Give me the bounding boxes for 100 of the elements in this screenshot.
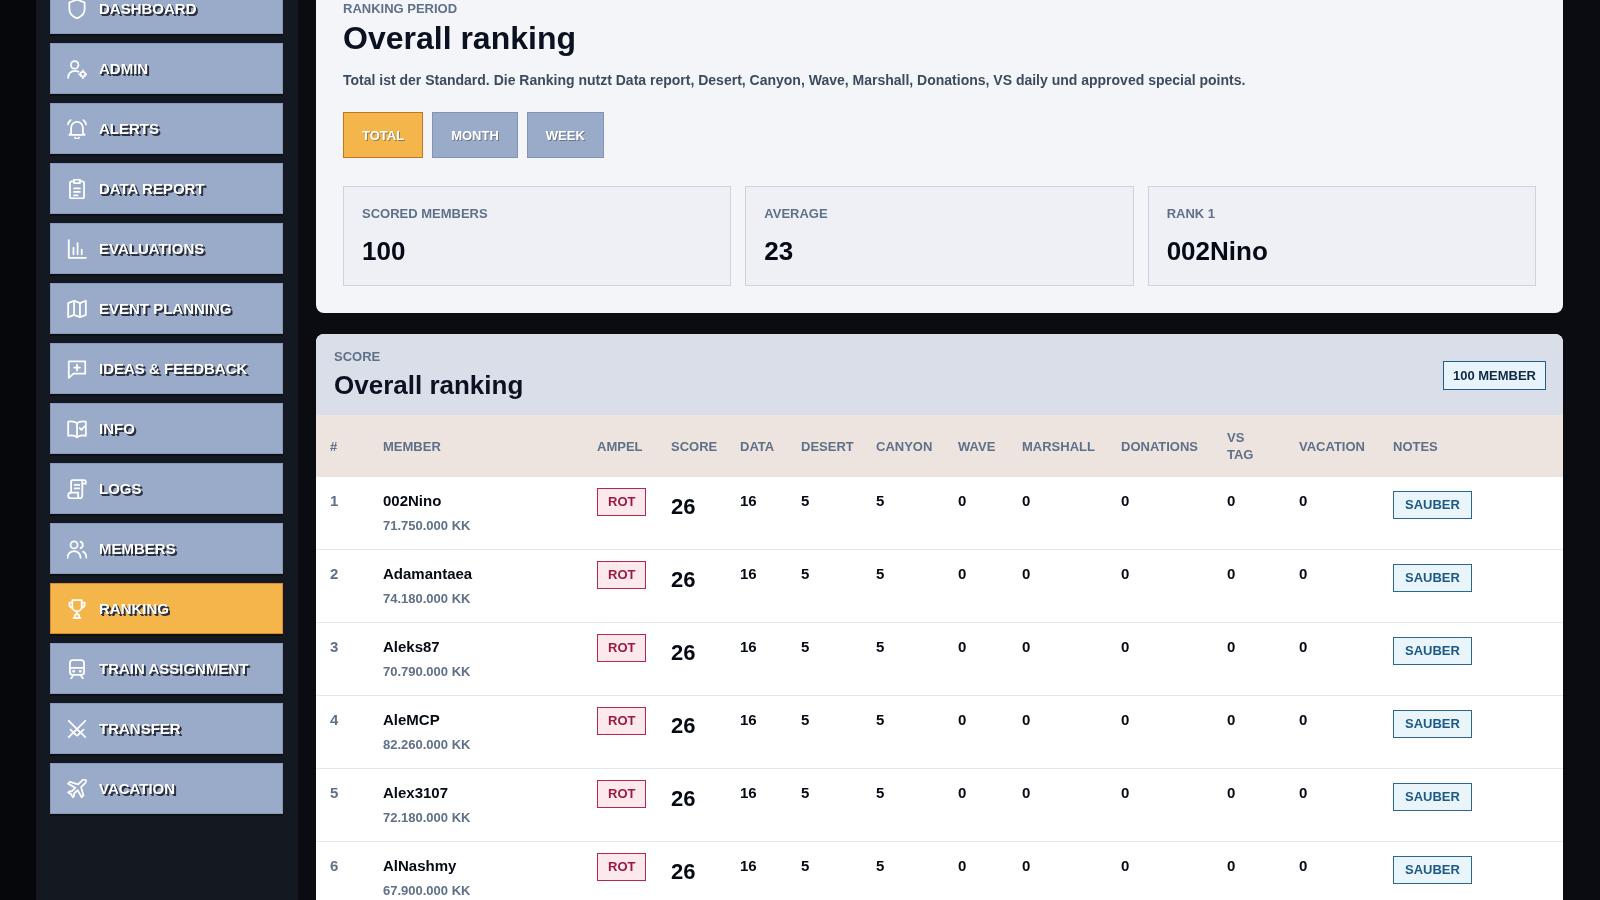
table-cell: 0 bbox=[1285, 622, 1379, 696]
table-cell: 0 bbox=[1008, 477, 1107, 550]
table-cell: 0 bbox=[1107, 695, 1213, 769]
sidebar-item[interactable]: VACATION bbox=[50, 763, 283, 814]
ampel-tag: ROT bbox=[597, 853, 647, 881]
member-amount: 82.260.000 KK bbox=[383, 736, 472, 754]
sidebar-item[interactable]: ALERTS bbox=[50, 103, 283, 154]
period-tab[interactable]: WEEK bbox=[526, 112, 604, 158]
sidebar-item[interactable]: IDEAS & FEEDBACK bbox=[50, 343, 283, 394]
sidebar-item[interactable]: DATA REPORT bbox=[50, 163, 283, 214]
airplane-icon bbox=[67, 778, 87, 799]
rank-number: 5 bbox=[316, 768, 369, 842]
book-check-icon bbox=[67, 418, 87, 439]
sidebar-item[interactable]: DASHBOARD bbox=[50, 0, 283, 34]
sidebar-item[interactable]: TRANSFER bbox=[50, 703, 283, 754]
table-cell: 0 bbox=[1008, 841, 1107, 900]
table-cell: 0 bbox=[1107, 477, 1213, 550]
page-title: Overall ranking bbox=[343, 19, 577, 57]
table-cell: 5 bbox=[787, 841, 862, 900]
column-header: SCORE bbox=[657, 415, 726, 477]
member-amount: 71.750.000 KK bbox=[383, 517, 472, 535]
sidebar-item[interactable]: EVALUATIONS bbox=[50, 223, 283, 274]
sidebar-item[interactable]: ADMIN bbox=[50, 43, 283, 94]
table-cell: 5 bbox=[787, 549, 862, 623]
table-cell: 5 bbox=[862, 695, 944, 769]
table-cell: 0 bbox=[1008, 768, 1107, 842]
rank-number: 1 bbox=[316, 477, 369, 550]
member-amount: 74.180.000 KK bbox=[383, 590, 472, 608]
notes-tag: SAUBER bbox=[1393, 783, 1472, 811]
table-cell: 5 bbox=[862, 768, 944, 842]
sidebar-item[interactable]: RANKING bbox=[50, 583, 283, 634]
table-cell: 0 bbox=[1213, 695, 1285, 769]
column-header: MARSHALL bbox=[1008, 415, 1107, 477]
train-icon bbox=[67, 658, 87, 679]
score-value: 26 bbox=[657, 477, 726, 550]
table-cell: 0 bbox=[1107, 549, 1213, 623]
ampel-tag: ROT bbox=[597, 488, 647, 516]
table-cell: 0 bbox=[944, 768, 1008, 842]
sidebar-item[interactable]: TRAIN ASSIGNMENT bbox=[50, 643, 283, 694]
trophy-icon bbox=[67, 598, 87, 619]
ampel-tag: ROT bbox=[597, 634, 647, 662]
notes-tag: SAUBER bbox=[1393, 637, 1472, 665]
table-cell: 5 bbox=[787, 622, 862, 696]
sidebar-item[interactable]: INFO bbox=[50, 403, 283, 454]
table-cell: 16 bbox=[726, 695, 787, 769]
message-plus-icon bbox=[67, 358, 87, 379]
column-header: AMPEL bbox=[583, 415, 657, 477]
period-tab[interactable]: TOTAL bbox=[343, 112, 424, 158]
table-cell: 0 bbox=[1008, 622, 1107, 696]
column-header: DESERT bbox=[787, 415, 862, 477]
table-cell: 5 bbox=[787, 477, 862, 550]
table-cell: 16 bbox=[726, 477, 787, 550]
notes-tag: SAUBER bbox=[1393, 856, 1472, 884]
rank-number: 2 bbox=[316, 549, 369, 623]
table-cell: 0 bbox=[1213, 477, 1285, 550]
member-amount: 70.790.000 KK bbox=[383, 663, 472, 681]
table-cell: 0 bbox=[944, 477, 1008, 550]
member-name: 002Nino bbox=[383, 491, 443, 511]
column-header: DONATIONS bbox=[1107, 415, 1213, 477]
shield-icon bbox=[67, 0, 87, 19]
score-value: 26 bbox=[657, 841, 726, 900]
table-cell: 5 bbox=[862, 549, 944, 623]
bell-icon bbox=[67, 118, 87, 139]
column-header: VS TAG bbox=[1213, 415, 1285, 477]
sidebar-item[interactable]: MEMBERS bbox=[50, 523, 283, 574]
column-header: WAVE bbox=[944, 415, 1008, 477]
stat-value: 100 bbox=[362, 235, 407, 267]
stat-label: RANK 1 bbox=[1166, 206, 1217, 222]
crossed-swords-icon bbox=[67, 718, 87, 739]
score-value: 26 bbox=[657, 768, 726, 842]
panel-title: Overall ranking bbox=[334, 369, 524, 401]
table-cell: 16 bbox=[726, 841, 787, 900]
ampel-tag: ROT bbox=[597, 707, 647, 735]
user-gear-icon bbox=[67, 58, 87, 79]
member-name: Alex3107 bbox=[383, 783, 450, 803]
member-name: AleMCP bbox=[383, 710, 441, 730]
ampel-tag: ROT bbox=[597, 561, 647, 589]
table-cell: 5 bbox=[787, 695, 862, 769]
stat-value: 23 bbox=[764, 235, 795, 267]
map-icon bbox=[67, 298, 87, 319]
member-amount: 67.900.000 KK bbox=[383, 882, 472, 900]
sidebar-item[interactable]: LOGS bbox=[50, 463, 283, 514]
table-cell: 0 bbox=[1213, 768, 1285, 842]
period-tab[interactable]: MONTH bbox=[432, 112, 518, 158]
column-header: NOTES bbox=[1379, 415, 1563, 477]
member-amount: 72.180.000 KK bbox=[383, 809, 472, 827]
sidebar-item[interactable]: EVENT PLANNING bbox=[50, 283, 283, 334]
clipboard-icon bbox=[67, 178, 87, 199]
rank-number: 6 bbox=[316, 841, 369, 900]
stat-label: AVERAGE bbox=[764, 206, 829, 222]
column-header: MEMBER bbox=[369, 415, 583, 477]
table-cell: 5 bbox=[787, 768, 862, 842]
table-cell: 0 bbox=[1008, 695, 1107, 769]
description-text: Total ist der Standard. Die Ranking nutzt Data report, Desert, Canyon, Wave, Marshall, Donations, VS daily und approved special points. bbox=[343, 71, 1247, 90]
table-cell: 5 bbox=[862, 841, 944, 900]
column-header: DATA bbox=[726, 415, 787, 477]
table-cell: 0 bbox=[944, 841, 1008, 900]
column-header: # bbox=[316, 415, 369, 477]
stat-value: 002Nino bbox=[1166, 235, 1269, 267]
notes-tag: SAUBER bbox=[1393, 491, 1472, 519]
